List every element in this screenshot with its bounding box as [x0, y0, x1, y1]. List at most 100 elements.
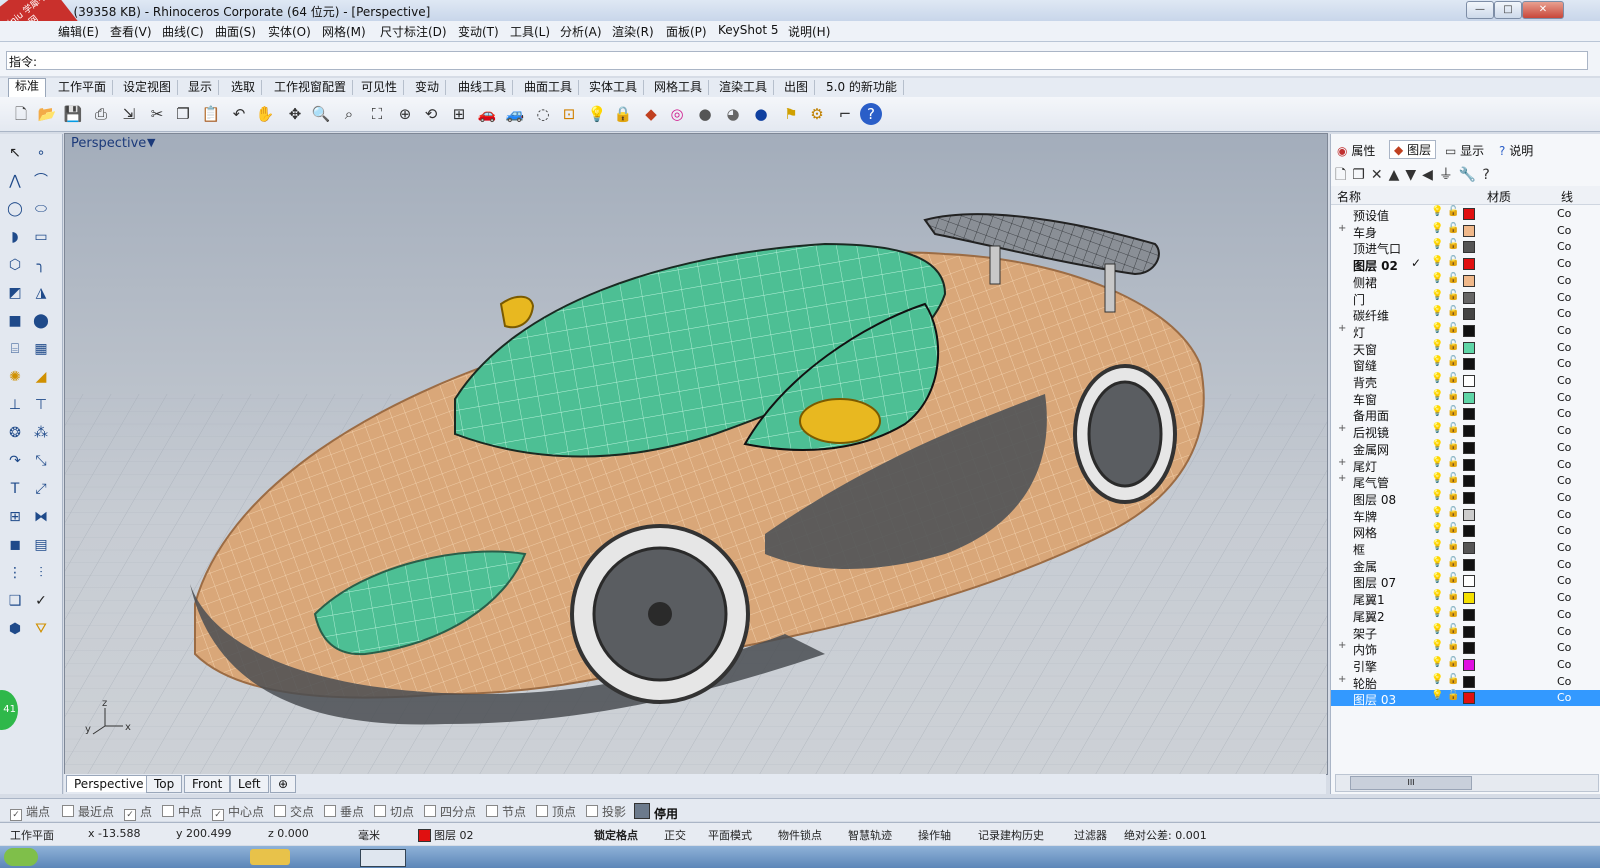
- osnap-checkbox[interactable]: ✓: [124, 809, 136, 821]
- lock-toggle-icon[interactable]: 🔓: [1447, 273, 1459, 284]
- lock-toggle-icon[interactable]: 🔓: [1447, 340, 1459, 351]
- layer-name[interactable]: 窗缝: [1353, 357, 1377, 374]
- osnap-checkbox[interactable]: ✓: [10, 809, 22, 821]
- layer-material[interactable]: Co: [1557, 341, 1571, 354]
- layer-row[interactable]: + 后视镜 💡 🔓 Co: [1331, 423, 1600, 441]
- lock-toggle-icon[interactable]: 🔓: [1447, 690, 1459, 701]
- gear-tool-icon[interactable]: ✺: [4, 366, 26, 388]
- menu-surface[interactable]: 曲面(S): [215, 23, 256, 40]
- tab-viewport-layout[interactable]: 工作视窗配置: [268, 80, 354, 95]
- layer-icon[interactable]: ◆: [640, 103, 662, 125]
- layer-name[interactable]: 灯: [1353, 324, 1365, 341]
- snap-icon[interactable]: ⌐: [834, 103, 856, 125]
- layer-row[interactable]: + 灯 💡 🔓 Co: [1331, 323, 1600, 341]
- column-name[interactable]: 名称: [1337, 188, 1361, 205]
- text-icon[interactable]: T: [4, 478, 26, 500]
- expand-toggle-icon[interactable]: +: [1338, 223, 1346, 234]
- panel-tab-properties[interactable]: ◉ 属性: [1337, 142, 1375, 159]
- layer-name[interactable]: 尾翼2: [1353, 608, 1385, 625]
- pan-hand-icon[interactable]: ✋: [254, 103, 276, 125]
- osnap-checkbox[interactable]: [62, 805, 74, 817]
- visibility-bulb-icon[interactable]: 💡: [1431, 223, 1443, 234]
- layer-material[interactable]: Co: [1557, 274, 1571, 287]
- circle-icon[interactable]: ◌: [532, 103, 554, 125]
- status-history[interactable]: 记录建构历史: [978, 827, 1044, 843]
- visibility-bulb-icon[interactable]: 💡: [1431, 457, 1443, 468]
- layer-name[interactable]: 架子: [1353, 625, 1377, 642]
- layer-row[interactable]: 侧裙 💡 🔓 Co: [1331, 273, 1600, 290]
- minimize-button[interactable]: —: [1466, 1, 1494, 19]
- layer-color-swatch[interactable]: [1463, 525, 1475, 538]
- layer-name[interactable]: 图层 03: [1353, 691, 1396, 708]
- layer-name[interactable]: 后视镜: [1353, 424, 1389, 441]
- paste-icon[interactable]: 📋: [200, 103, 222, 125]
- status-grid-snap[interactable]: 锁定格点: [594, 827, 638, 843]
- tab-perspective[interactable]: Perspective: [66, 775, 152, 792]
- analyze-icon[interactable]: ◢: [30, 366, 52, 388]
- visibility-bulb-icon[interactable]: 💡: [1431, 540, 1443, 551]
- copy-icon[interactable]: ❐: [172, 103, 194, 125]
- filter-icon[interactable]: ⏚: [1439, 167, 1459, 183]
- osnap-checkbox[interactable]: [634, 803, 650, 819]
- layer-name[interactable]: 尾翼1: [1353, 591, 1385, 608]
- menu-keyshot[interactable]: KeyShot 5: [718, 23, 778, 37]
- layer-name[interactable]: 预设值: [1353, 207, 1389, 224]
- layer-name[interactable]: 尾灯: [1353, 458, 1377, 475]
- lock-toggle-icon[interactable]: 🔓: [1447, 373, 1459, 384]
- osnap-option[interactable]: 交点: [274, 803, 314, 820]
- car-gray-icon[interactable]: 🚙: [504, 103, 526, 125]
- lock-toggle-icon[interactable]: 🔓: [1447, 256, 1459, 267]
- lock-toggle-icon[interactable]: 🔓: [1447, 457, 1459, 468]
- ellipse-icon[interactable]: ⬭: [30, 198, 52, 220]
- select-arrow-icon[interactable]: ↖: [4, 142, 26, 164]
- visibility-bulb-icon[interactable]: 💡: [1431, 690, 1443, 701]
- tab-left[interactable]: Left: [230, 775, 269, 793]
- status-smarttrack[interactable]: 智慧轨迹: [848, 827, 892, 843]
- mirror-icon[interactable]: ⧓: [30, 506, 52, 528]
- visibility-bulb-icon[interactable]: 💡: [1431, 607, 1443, 618]
- visibility-bulb-icon[interactable]: 💡: [1431, 373, 1443, 384]
- zoom-extents-icon[interactable]: ⛶: [366, 103, 388, 125]
- menu-curve[interactable]: 曲线(C): [162, 23, 204, 40]
- add-viewport-tab-button[interactable]: ⊕: [270, 775, 297, 793]
- layer-color-swatch[interactable]: [1463, 258, 1475, 271]
- layer-color-swatch[interactable]: [1463, 642, 1475, 655]
- group-icon[interactable]: ⁂: [30, 422, 52, 444]
- menu-view[interactable]: 查看(V): [110, 23, 152, 40]
- tab-standard[interactable]: 标准: [8, 78, 47, 97]
- layer-material[interactable]: Co: [1557, 658, 1571, 671]
- layer-color-swatch[interactable]: [1463, 508, 1475, 521]
- osnap-checkbox[interactable]: [374, 805, 386, 817]
- layer-color-swatch[interactable]: [1463, 658, 1475, 671]
- tab-new-in-v5[interactable]: 5.0 的新功能: [820, 80, 904, 95]
- viewport-dropdown-icon[interactable]: ▼: [147, 136, 155, 149]
- box-icon[interactable]: ■: [4, 310, 26, 332]
- layer-row[interactable]: 备用面 💡 🔓 Co: [1331, 406, 1600, 423]
- visibility-bulb-icon[interactable]: 💡: [1431, 423, 1443, 434]
- lock-toggle-icon[interactable]: 🔓: [1447, 406, 1459, 417]
- shade-icon[interactable]: ⬢: [4, 618, 26, 640]
- visibility-bulb-icon[interactable]: 💡: [1431, 390, 1443, 401]
- layer-row[interactable]: 网格 💡 🔓 Co: [1331, 523, 1600, 540]
- boolean-icon[interactable]: ⬤: [30, 310, 52, 332]
- status-ortho[interactable]: 正交: [664, 827, 686, 843]
- osnap-checkbox[interactable]: [324, 805, 336, 817]
- light-icon[interactable]: 💡: [586, 103, 608, 125]
- surface-corner-icon[interactable]: ◩: [4, 282, 26, 304]
- maximize-button[interactable]: □: [1494, 1, 1522, 19]
- visibility-bulb-icon[interactable]: 💡: [1431, 657, 1443, 668]
- mesh-icon[interactable]: ▤: [30, 534, 52, 556]
- tab-front[interactable]: Front: [184, 775, 231, 793]
- layer-row[interactable]: 架子 💡 🔓 Co: [1331, 624, 1600, 642]
- loft-icon[interactable]: ◮: [30, 282, 52, 304]
- align-icon[interactable]: ⫶: [30, 562, 52, 584]
- layer-color-swatch[interactable]: [1463, 625, 1475, 638]
- visibility-bulb-icon[interactable]: 💡: [1431, 273, 1443, 284]
- tab-select[interactable]: 选取: [225, 80, 263, 95]
- layer-row[interactable]: 图层 08 💡 🔓 Co: [1331, 490, 1600, 507]
- layer-color-swatch[interactable]: [1463, 391, 1475, 404]
- close-button[interactable]: ✕: [1522, 1, 1564, 19]
- layer-material[interactable]: Co: [1557, 357, 1571, 370]
- layer-row[interactable]: + 车身 💡 🔓 Co: [1331, 223, 1600, 240]
- layer-row[interactable]: 背壳 💡 🔓 Co: [1331, 373, 1600, 390]
